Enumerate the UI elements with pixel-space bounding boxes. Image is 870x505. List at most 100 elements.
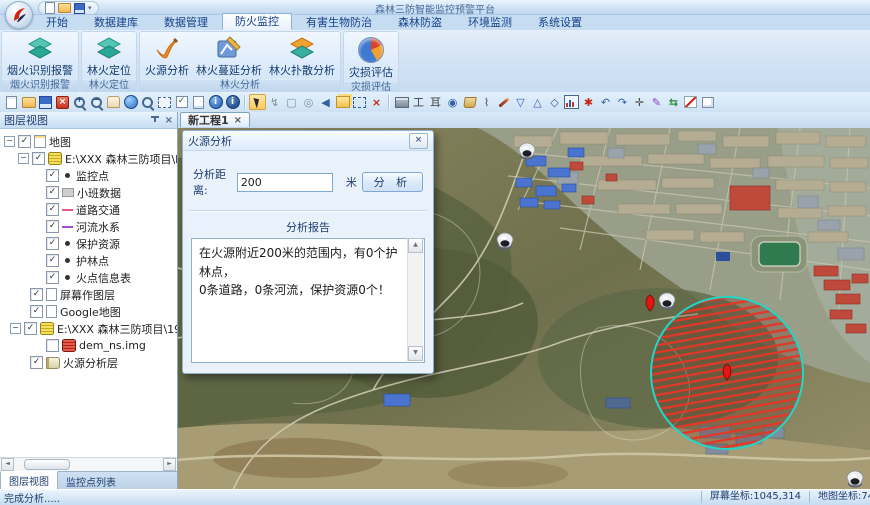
draw-diamond-icon[interactable]: ◇: [546, 94, 563, 110]
select-circle-icon[interactable]: ◎: [300, 94, 317, 110]
delete-selection-icon[interactable]: ×: [368, 94, 385, 110]
checkbox[interactable]: ✓: [30, 356, 43, 369]
pin-icon[interactable]: [151, 116, 159, 125]
track-route-icon[interactable]: ⌇: [478, 94, 495, 110]
fire-locate-button[interactable]: 林火定位: [84, 34, 134, 79]
zoom-in-icon[interactable]: +: [71, 94, 88, 110]
tree-item-screen-layer[interactable]: ✓ 屏幕作图层: [0, 286, 177, 303]
close-icon[interactable]: ×: [54, 94, 71, 110]
zoom-full-extent-icon[interactable]: [122, 94, 139, 110]
app-logo[interactable]: [5, 1, 33, 29]
move-icon[interactable]: ✛: [631, 94, 648, 110]
camera-marker[interactable]: [519, 143, 535, 160]
copy-layers-icon[interactable]: [334, 94, 351, 110]
document-icon[interactable]: [190, 94, 207, 110]
pan-hand-icon[interactable]: [105, 94, 122, 110]
scroll-thumb[interactable]: [24, 459, 70, 470]
checkbox[interactable]: ✓: [32, 152, 45, 165]
checkbox[interactable]: ✓: [46, 203, 59, 216]
new-document-icon[interactable]: [45, 2, 55, 14]
tab-fire-monitor[interactable]: 防火监控: [222, 13, 292, 30]
undo-icon[interactable]: ↶: [597, 94, 614, 110]
distance-input[interactable]: [237, 173, 333, 192]
tab-start[interactable]: 开始: [34, 15, 80, 30]
report-scrollbar[interactable]: ▲ ▼: [407, 238, 423, 361]
camera-marker[interactable]: [497, 233, 513, 250]
checkbox[interactable]: ✓: [24, 322, 37, 335]
collapse-icon[interactable]: −: [4, 136, 15, 147]
fire-suppression-analysis-button[interactable]: 林火扑散分析: [266, 34, 338, 79]
chart-icon[interactable]: [563, 94, 580, 110]
draw-pen-icon[interactable]: [495, 94, 512, 110]
analyze-button[interactable]: 分 析: [362, 172, 423, 192]
checkbox[interactable]: ✓: [46, 186, 59, 199]
scroll-up-icon[interactable]: ▲: [408, 238, 423, 253]
fire-spread-analysis-button[interactable]: 林火蔓延分析: [193, 34, 265, 79]
identify-circle-icon[interactable]: ◉: [444, 94, 461, 110]
tree-item-roads[interactable]: ✓ 道路交通: [0, 201, 177, 218]
close-tab-icon[interactable]: ×: [234, 115, 242, 126]
draw-triangle-icon[interactable]: △: [529, 94, 546, 110]
new-document-icon[interactable]: [3, 94, 20, 110]
clear-selection-icon[interactable]: ↯: [266, 94, 283, 110]
open-folder-icon[interactable]: [58, 3, 71, 13]
tree-item-resources[interactable]: ✓ 保护资源: [0, 235, 177, 252]
checkbox[interactable]: ✓: [46, 237, 59, 250]
panel-tab-layers[interactable]: 图层视图: [0, 471, 58, 490]
tree-item-fire-info[interactable]: ✓ 火点信息表: [0, 269, 177, 286]
identify-icon[interactable]: i: [207, 94, 224, 110]
redo-icon[interactable]: ↷: [614, 94, 631, 110]
measure-height-icon[interactable]: 工: [410, 94, 427, 110]
window-box-icon[interactable]: [699, 94, 716, 110]
select-arrow-icon[interactable]: [249, 94, 266, 110]
measure-box-icon[interactable]: 耳: [427, 94, 444, 110]
scroll-right-icon[interactable]: ►: [163, 458, 176, 471]
camera-marker[interactable]: [847, 471, 863, 488]
clear-box-icon[interactable]: [682, 94, 699, 110]
checkbox[interactable]: ✓: [30, 288, 43, 301]
save-icon[interactable]: [37, 94, 54, 110]
dialog-title-bar[interactable]: 火源分析 ×: [183, 131, 433, 151]
tree-item-rivers[interactable]: ✓ 河流水系: [0, 218, 177, 235]
select-check-icon[interactable]: ✓: [173, 94, 190, 110]
zoom-previous-icon[interactable]: [139, 94, 156, 110]
measure-icon[interactable]: [393, 94, 410, 110]
swap-layers-icon[interactable]: ⇆: [665, 94, 682, 110]
fill-bucket-icon[interactable]: [461, 94, 478, 110]
tab-system-settings[interactable]: 系统设置: [526, 15, 594, 30]
fire-source-analysis-button[interactable]: 火源分析: [142, 34, 192, 79]
tree-item-db-ns[interactable]: − ✓ E:\XXX 森林三防项目\NS.m: [0, 150, 177, 167]
clear-graphics-icon[interactable]: ✱: [580, 94, 597, 110]
close-panel-icon[interactable]: ×: [165, 115, 173, 126]
tree-item-dem-img[interactable]: ✓ dem_ns.img: [0, 337, 177, 354]
checkbox[interactable]: ✓: [46, 339, 59, 352]
collapse-icon[interactable]: −: [10, 323, 21, 334]
qat-dropdown-icon[interactable]: ▾: [88, 4, 92, 12]
identify-down-icon[interactable]: i: [224, 94, 241, 110]
checkbox[interactable]: ✓: [46, 169, 59, 182]
damage-assessment-button[interactable]: 灾损评估: [346, 34, 396, 81]
collapse-icon[interactable]: −: [18, 153, 29, 164]
checkbox[interactable]: ✓: [46, 254, 59, 267]
checkbox[interactable]: ✓: [30, 305, 43, 318]
tree-item-google-map[interactable]: ✓ Google地图: [0, 303, 177, 320]
tree-item-cameras[interactable]: ✓ 监控点: [0, 167, 177, 184]
select-features-icon[interactable]: [351, 94, 368, 110]
checkbox[interactable]: ✓: [46, 271, 59, 284]
save-icon[interactable]: [74, 3, 85, 14]
extent-box-icon[interactable]: [156, 94, 173, 110]
tab-data-manage[interactable]: 数据管理: [152, 15, 220, 30]
sketch-purple-icon[interactable]: ✎: [648, 94, 665, 110]
dialog-close-icon[interactable]: ×: [409, 133, 428, 149]
smoke-alarm-button[interactable]: 烟火识别报警: [4, 34, 76, 79]
tree-item-fire-analysis-layer[interactable]: ✓ 火源分析层: [0, 354, 177, 371]
checkbox[interactable]: ✓: [18, 135, 31, 148]
tree-item-compartments[interactable]: ✓ 小班数据: [0, 184, 177, 201]
camera-marker[interactable]: [659, 293, 675, 310]
tree-item-db-dem[interactable]: − ✓ E:\XXX 森林三防项目\19青: [0, 320, 177, 337]
tab-forest-theft[interactable]: 森林防盗: [386, 15, 454, 30]
flag-icon[interactable]: ◀: [317, 94, 334, 110]
zoom-out-icon[interactable]: −: [88, 94, 105, 110]
panel-tab-camera-list[interactable]: 监控点列表: [58, 472, 124, 490]
tree-item-ranger-points[interactable]: ✓ 护林点: [0, 252, 177, 269]
